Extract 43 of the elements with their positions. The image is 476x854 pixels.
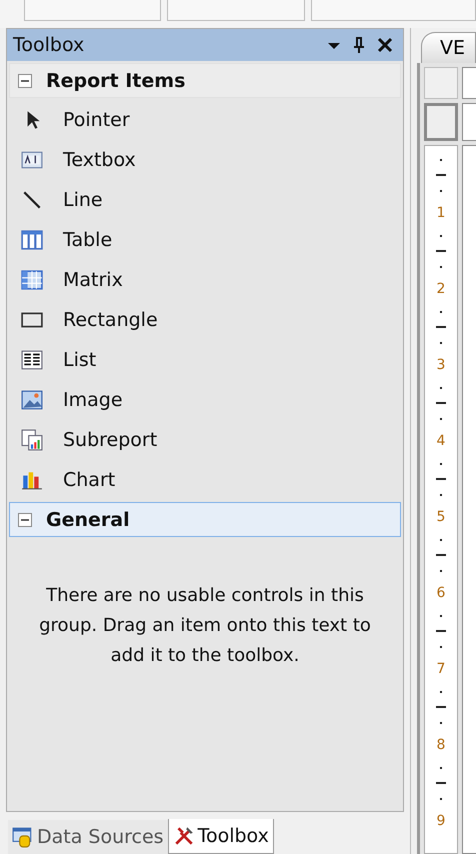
horizontal-ruler: [462, 67, 476, 99]
panel-tab[interactable]: Toolbox: [168, 819, 274, 854]
ruler-number: 8: [436, 737, 446, 754]
panel-title: Toolbox: [13, 34, 86, 56]
pin-icon[interactable]: [351, 36, 367, 54]
ruler-number: 9: [436, 813, 446, 830]
grid-icon: [21, 269, 43, 291]
ruler-corner: [424, 103, 458, 141]
toolbox-item[interactable]: Textbox: [7, 140, 403, 180]
line-icon: [21, 189, 43, 211]
collapse-icon[interactable]: [18, 74, 32, 88]
close-icon[interactable]: [377, 36, 393, 54]
table-icon: [21, 229, 43, 251]
document-tab[interactable]: VE: [421, 32, 476, 63]
toolbox-item[interactable]: Matrix: [7, 260, 403, 300]
design-surface: [462, 103, 476, 141]
ruler-number: 7: [436, 661, 446, 678]
textbox-icon: [21, 149, 43, 171]
panel-tab[interactable]: Data Sources: [8, 820, 168, 854]
ruler-number: 6: [436, 585, 446, 602]
toolbox-item[interactable]: Chart: [7, 460, 403, 500]
group-header[interactable]: General: [9, 502, 401, 537]
toolbox-item[interactable]: Line: [7, 180, 403, 220]
toolbox-item[interactable]: Subreport: [7, 420, 403, 460]
ruler-corner: [424, 67, 458, 99]
image-icon: [21, 389, 43, 411]
collapse-icon[interactable]: [18, 512, 32, 526]
empty-group-message: There are no usable controls in this group. Drag an item onto this text to add it to the toolbox.: [38, 584, 372, 668]
ruler-number: 4: [436, 433, 446, 450]
toolbox-item[interactable]: Rectangle: [7, 300, 403, 340]
toolbox-item[interactable]: Table: [7, 220, 403, 260]
toolbox-item[interactable]: Pointer: [7, 100, 403, 140]
ruler-number: 1: [436, 205, 446, 222]
ruler-number: 5: [436, 509, 446, 526]
ruler-number: 2: [436, 281, 446, 298]
database-icon: [12, 826, 34, 848]
list-icon: [21, 349, 43, 371]
dropdown-icon[interactable]: [327, 40, 341, 50]
ruler-number: 3: [436, 357, 446, 374]
toolbox-item[interactable]: Image: [7, 380, 403, 420]
report-icon: [21, 429, 43, 451]
toolbox-item[interactable]: List: [7, 340, 403, 380]
group-header[interactable]: Report Items: [9, 63, 401, 98]
